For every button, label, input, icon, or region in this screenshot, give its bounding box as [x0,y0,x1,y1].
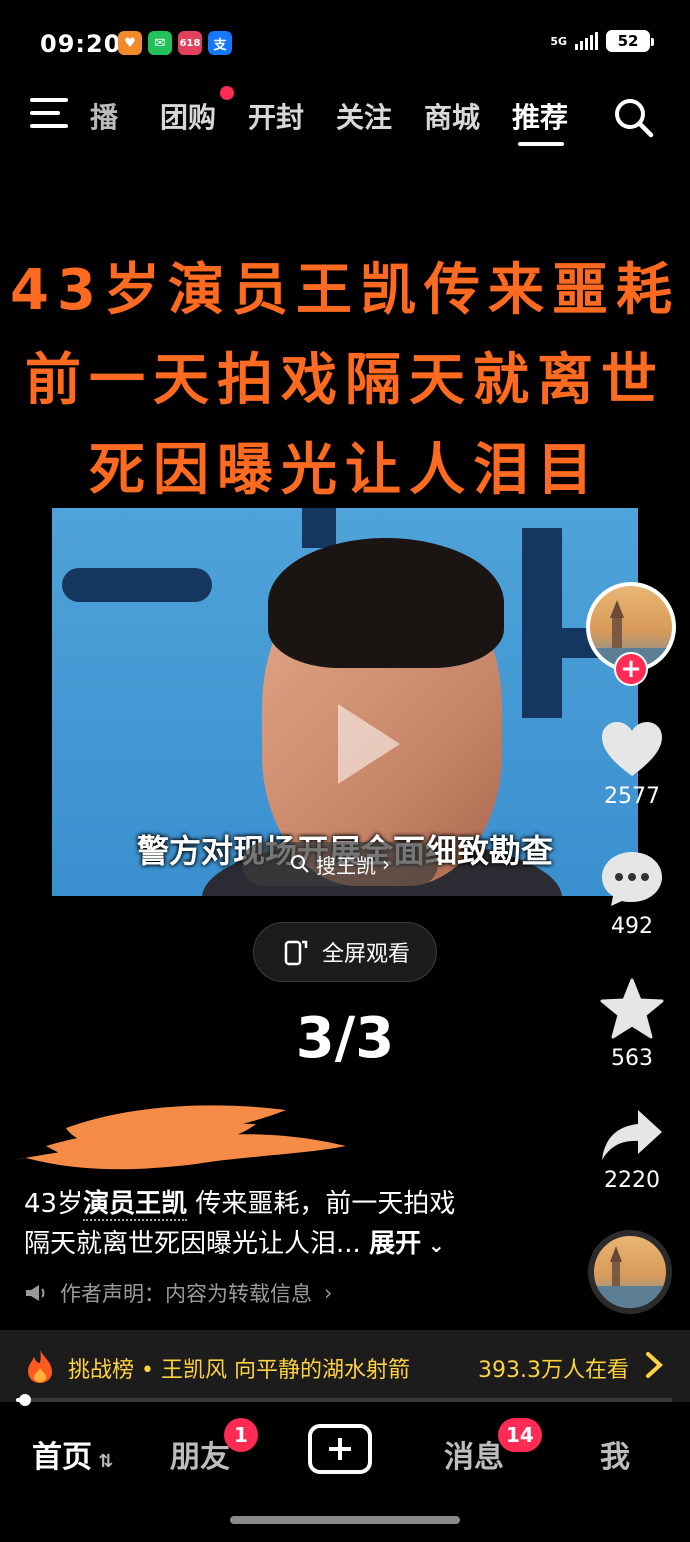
caption-line-1: 43岁演员王凯 传来噩耗，前一天拍戏 [24,1184,584,1224]
signal-icon [575,32,598,50]
music-disc[interactable] [588,1230,672,1314]
status-bar: 09:20 ♥ ✉ 618 支 5G 52 [0,0,690,84]
tower-image [594,1246,666,1308]
like-count: 2577 [604,784,660,809]
expand-label: 展开 [369,1229,422,1259]
heart-icon [602,722,662,776]
tab-group-buy[interactable]: 团购 [160,96,216,136]
search-chip-label: 搜王凯 [316,853,376,878]
background-graphic [302,508,336,548]
chevron-right-icon: › [382,852,390,876]
challenge-viewers: 393.3万人在看 [478,1358,629,1383]
battery-level: 52 [617,32,639,50]
playback-scrubber[interactable] [19,1394,31,1406]
tab-notification-dot [220,86,234,100]
caption-rest: 传来噩耗，前一天拍戏 [195,1189,456,1219]
headline-line-3: 死因曝光让人泪目 [89,438,601,503]
megaphone-icon [26,1285,45,1301]
swap-icon: ⇅ [92,1451,114,1472]
chevron-right-icon: › [324,1281,333,1305]
star-icon [600,978,664,1039]
playback-progress-bar[interactable] [16,1394,672,1406]
nav-messages-label: 消息 [444,1440,504,1475]
battery-icon: 52 [606,30,654,52]
nav-me[interactable]: 我 [600,1432,630,1476]
nav-home[interactable]: 首页 ⇅ [32,1432,113,1476]
tab-mall[interactable]: 商城 [424,96,480,136]
comment-icon [602,852,662,906]
share-action[interactable]: 2220 [590,1106,674,1193]
fullscreen-button[interactable]: 全屏观看 [253,922,437,982]
tab-live[interactable]: 播 [90,96,118,136]
chevron-down-icon: ⌄ [421,1233,445,1257]
favorite-action[interactable]: 563 [590,978,674,1071]
menu-icon[interactable] [30,98,68,128]
play-icon[interactable] [300,684,420,804]
alipay-icon: 支 [208,31,232,55]
tab-recommend[interactable]: 推荐 [512,96,568,136]
tab-local[interactable]: 开封 [248,96,304,136]
nav-me-label: 我 [600,1440,630,1475]
nav-friends-label: 朋友 [170,1440,230,1475]
declaration-text: 作者声明：内容为转载信息 [60,1282,312,1306]
post-headline: 43岁演员王凯传来噩耗 前一天拍戏隔天就离世 死因曝光让人泪目 [0,246,690,516]
clock: 09:20 [40,30,122,58]
background-graphic [522,528,562,718]
top-nav: 播 团购 开封 关注 商城 推荐 [0,84,690,148]
video-player[interactable]: 警方对现场开展全面细致勘查 搜王凯 › [52,508,638,896]
wechat-icon: ✉ [148,31,172,55]
rotate-screen-icon [284,940,308,966]
nav-friends[interactable]: 朋友 [170,1432,230,1476]
share-count: 2220 [604,1168,660,1193]
search-suggestion-chip[interactable]: 搜王凯 › [242,842,438,886]
friends-badge: 1 [224,1418,258,1452]
headline-line-1: 43岁演员王凯传来噩耗 [10,258,680,323]
caption-hashtag-link[interactable]: 演员王凯 [83,1189,188,1221]
create-button[interactable] [308,1424,372,1474]
challenge-text: 挑战榜 • 王凯风 向平静的湖水射箭 [68,1358,410,1383]
comment-count: 492 [611,914,653,939]
fire-icon [28,1350,52,1383]
shopping-618-icon: 618 [178,31,202,55]
follow-button[interactable]: + [614,652,648,686]
home-indicator[interactable] [230,1516,460,1524]
tab-following[interactable]: 关注 [336,96,392,136]
challenge-banner[interactable]: 挑战榜 • 王凯风 向平静的湖水射箭 393.3万人在看 [0,1330,690,1402]
redacted-author-name [14,1105,346,1170]
active-tab-indicator [518,142,564,146]
favorite-count: 563 [611,1046,653,1071]
share-arrow-icon [602,1110,662,1160]
messages-badge: 14 [498,1418,542,1452]
heart-app-icon: ♥ [118,31,142,55]
comment-action[interactable]: 492 [590,850,674,939]
caption-line-2-text: 隔天就离世死因曝光让人泪... [24,1229,361,1259]
page-counter: 3/3 [295,1006,395,1071]
caption-line-2: 隔天就离世死因曝光让人泪... 展开 ⌄ [24,1224,584,1265]
fullscreen-label: 全屏观看 [321,942,410,967]
plus-icon [329,1438,351,1460]
notification-icons: ♥ ✉ 618 支 [118,31,232,55]
author-declaration[interactable]: 作者声明：内容为转载信息 › [24,1278,332,1308]
caption-prefix: 43岁 [24,1189,84,1219]
nav-messages[interactable]: 消息 [444,1432,504,1476]
network-type: 5G [550,34,567,48]
background-graphic [62,568,212,602]
system-status: 5G 52 [550,30,654,52]
nav-home-label: 首页 [32,1440,92,1475]
search-icon[interactable] [612,96,654,138]
post-caption[interactable]: 43岁演员王凯 传来噩耗，前一天拍戏 隔天就离世死因曝光让人泪... 展开 ⌄ [24,1184,584,1265]
search-icon [291,855,309,873]
like-action[interactable]: 2577 [590,720,674,809]
chevron-right-icon [646,1352,663,1378]
headline-line-2: 前一天拍戏隔天就离世 [25,348,665,413]
expand-button[interactable]: 展开 ⌄ [369,1229,445,1259]
person-hair [268,538,504,668]
